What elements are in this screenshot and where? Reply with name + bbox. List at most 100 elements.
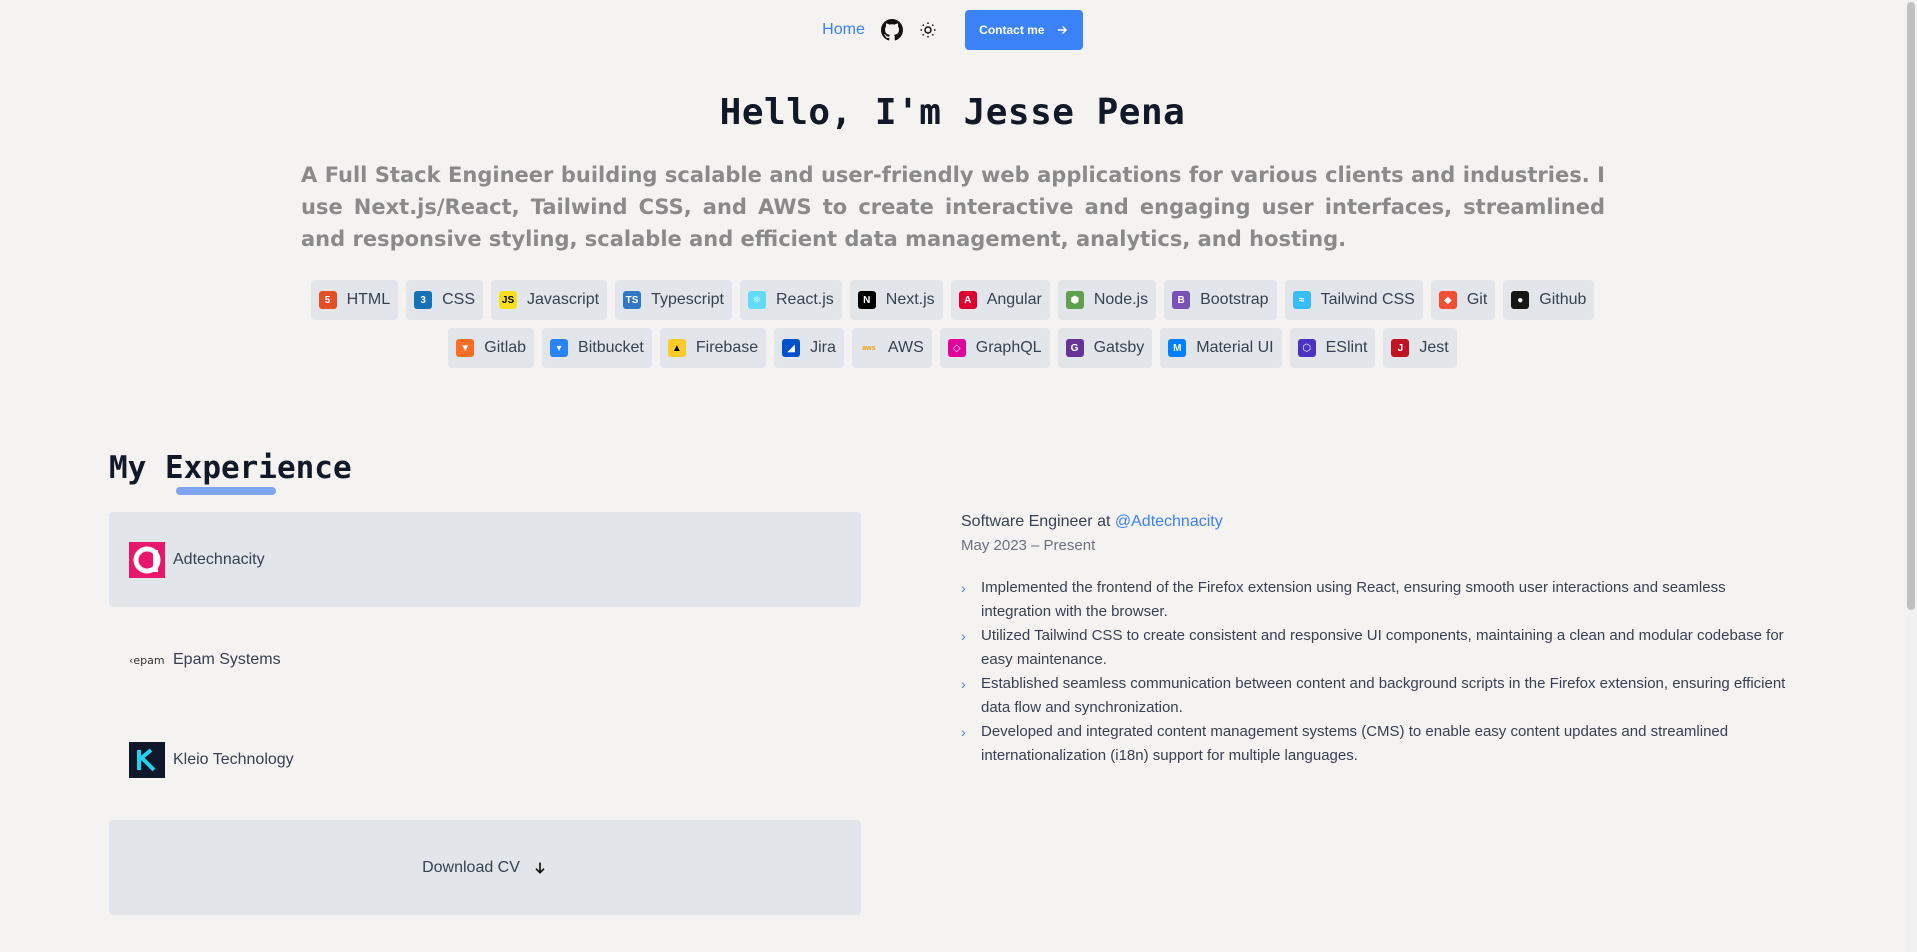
skill-label: Firebase — [695, 339, 759, 356]
skill-chip: ▲ Firebase — [659, 328, 767, 368]
skill-label: HTML — [346, 291, 391, 308]
skill-chip: ◆ Git — [1430, 280, 1496, 320]
skill-label: CSS — [442, 291, 476, 308]
firebase-icon: ▲ — [667, 339, 686, 357]
company-tab-adtechnacity[interactable]: Adtechnacity — [109, 512, 861, 607]
sun-icon[interactable] — [917, 19, 939, 41]
bullet-text: Established seamless communication betwe… — [981, 675, 1786, 716]
material-ui-icon: M — [1168, 339, 1187, 357]
download-cv-button[interactable]: Download CV — [109, 820, 861, 915]
git-icon: ◆ — [1438, 291, 1457, 309]
skill-chip: B Bootstrap — [1164, 280, 1277, 320]
skill-chip: 5 HTML — [310, 280, 399, 320]
html5-icon: 5 — [318, 291, 337, 309]
react-icon: ⚛ — [747, 291, 766, 309]
list-item: › Utilized Tailwind CSS to create consist… — [961, 624, 1791, 672]
chevron-right-icon: › — [961, 676, 966, 692]
skill-chip: JS Javascript — [491, 280, 608, 320]
graphql-icon: ◇ — [947, 339, 966, 357]
skill-chip: M Material UI — [1160, 328, 1282, 368]
top-nav: Home Contact me — [0, 10, 1905, 50]
list-item: › Established seamless communication betw… — [961, 672, 1791, 720]
tailwind-icon: ≈ — [1292, 291, 1311, 309]
skill-label: Tailwind CSS — [1320, 291, 1415, 308]
bullet-text: Utilized Tailwind CSS to create consiste… — [981, 627, 1784, 668]
skill-label: Github — [1539, 291, 1587, 308]
hero-title: Hello, I'm Jesse Pena — [719, 92, 1186, 133]
skill-chip: ◇ GraphQL — [939, 328, 1050, 368]
skill-label: Gatsby — [1093, 339, 1145, 356]
epam-logo-icon: ‹epam› — [129, 642, 165, 678]
skill-label: Jest — [1419, 339, 1449, 356]
role-text: Software Engineer at — [961, 513, 1115, 530]
arrow-down-icon — [535, 862, 545, 874]
nav-home-link[interactable]: Home — [822, 21, 865, 39]
list-item: › Developed and integrated content manage… — [961, 720, 1791, 768]
bullet-text: Implemented the frontend of the Firefox … — [981, 579, 1726, 620]
gitlab-icon: ▼ — [456, 339, 475, 357]
svg-text:‹epam›: ‹epam› — [129, 654, 165, 667]
aws-icon: aws — [862, 344, 876, 352]
skill-label: Gitlab — [484, 339, 527, 356]
job-dates: May 2023 – Present — [961, 537, 1096, 554]
skill-chip: ● Github — [1503, 280, 1595, 320]
skill-label: Jira — [810, 339, 836, 356]
bitbucket-icon: ▾ — [550, 339, 569, 357]
angular-icon: A — [958, 291, 977, 309]
company-link[interactable]: @Adtechnacity — [1115, 513, 1223, 530]
skill-chip: ▼ Gitlab — [448, 328, 535, 368]
company-name: Epam Systems — [173, 650, 281, 668]
chevron-right-icon: › — [961, 724, 966, 740]
skill-chip: ⬡ ESlint — [1289, 328, 1376, 368]
jira-icon: ◢ — [782, 339, 801, 357]
kleio-logo-icon — [129, 741, 165, 778]
skill-chip: aws AWS — [851, 328, 932, 368]
skill-label: Typescript — [651, 291, 724, 308]
skill-label: Bitbucket — [578, 339, 644, 356]
skill-chip: ⚛ React.js — [739, 280, 842, 320]
skills-row-2: ▼ Gitlab ▾ Bitbucket ▲ Firebase ◢ Jira aws AWS ◇ Gr… — [0, 328, 1905, 368]
company-tab-kleio[interactable]: Kleio Technology — [109, 712, 861, 807]
list-item: › Implemented the frontend of the Firefox… — [961, 576, 1791, 624]
eslint-icon: ⬡ — [1297, 339, 1316, 357]
title-underline — [176, 487, 276, 495]
experience-title: My Experience — [109, 450, 352, 486]
chevron-right-icon: › — [961, 628, 966, 644]
skill-label: AWS — [887, 339, 924, 356]
skill-chip: ◢ Jira — [774, 328, 844, 368]
adtechnacity-logo-icon — [129, 541, 165, 578]
bullet-text: Developed and integrated content managem… — [981, 723, 1729, 764]
skill-chip: G Gatsby — [1057, 328, 1153, 368]
scrollbar-thumb[interactable] — [1907, 2, 1915, 610]
javascript-icon: JS — [499, 291, 518, 309]
css3-icon: 3 — [414, 291, 433, 309]
arrow-right-icon — [1057, 25, 1067, 35]
skill-label: ESlint — [1325, 339, 1368, 356]
skill-label: Node.js — [1093, 291, 1149, 308]
gatsby-icon: G — [1065, 339, 1084, 357]
skill-label: Next.js — [885, 291, 935, 308]
job-role: Software Engineer at @Adtechnacity — [961, 513, 1223, 531]
skill-label: GraphQL — [975, 339, 1042, 356]
skill-label: Angular — [986, 291, 1042, 308]
skill-label: Git — [1466, 291, 1488, 308]
jest-icon: J — [1391, 339, 1410, 357]
contact-me-button[interactable]: Contact me — [964, 10, 1083, 50]
github-icon: ● — [1511, 291, 1530, 309]
scrollbar[interactable] — [1905, 0, 1917, 952]
typescript-icon: TS — [623, 291, 642, 309]
skill-label: Bootstrap — [1200, 291, 1269, 308]
company-name: Adtechnacity — [173, 550, 265, 568]
nextjs-icon: N — [857, 291, 876, 309]
hero-subtitle: A Full Stack Engineer building scalable … — [301, 163, 1605, 251]
company-tab-epam[interactable]: ‹epam› Epam Systems — [109, 612, 861, 707]
skill-chip: TS Typescript — [615, 280, 732, 320]
download-cv-label: Download CV — [422, 858, 520, 876]
bootstrap-icon: B — [1172, 291, 1191, 309]
skill-chip: ▾ Bitbucket — [542, 328, 652, 368]
github-icon[interactable] — [880, 19, 903, 41]
skills-row-1: 5 HTML 3 CSS JS Javascript TS Typescript ⚛ React.… — [0, 280, 1905, 320]
company-name: Kleio Technology — [173, 750, 294, 768]
skill-label: Material UI — [1196, 339, 1274, 356]
skill-chip: A Angular — [950, 280, 1050, 320]
